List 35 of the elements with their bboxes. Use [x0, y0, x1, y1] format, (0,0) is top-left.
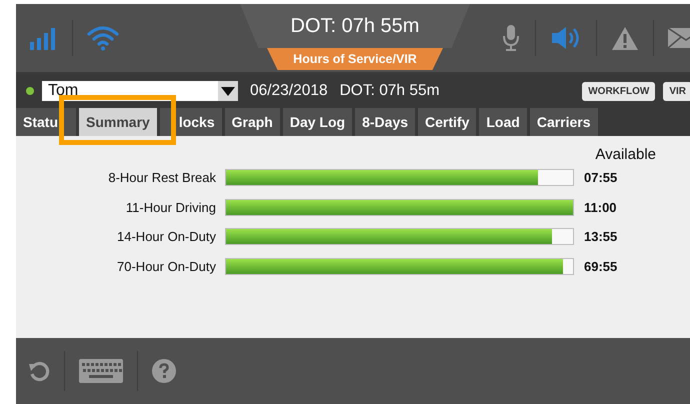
tab[interactable]: Certify	[418, 108, 476, 136]
help-icon[interactable]	[152, 359, 176, 383]
keyboard-icon[interactable]	[79, 359, 123, 383]
time-value: 69:55	[584, 258, 618, 274]
time-value: 11:00	[584, 200, 617, 215]
tab[interactable]: Statu	[16, 108, 76, 136]
warning-icon[interactable]	[611, 26, 639, 50]
clock-label: 8-Hour Rest Break	[107, 170, 216, 186]
tab[interactable]: Carriers	[530, 108, 598, 136]
tab[interactable]: Day Log	[282, 108, 352, 136]
caret-icon	[221, 86, 235, 96]
tab[interactable]: locks	[160, 108, 222, 136]
clock-label: 11-Hour Driving	[124, 200, 216, 215]
status-dot	[26, 87, 34, 95]
screen-label: Hours of Service/VIR	[267, 48, 443, 70]
clock-label: 14-Hour On-Duty	[116, 229, 216, 244]
vir-button[interactable]: VIR	[663, 82, 690, 100]
microphone-icon[interactable]	[501, 24, 521, 52]
tab[interactable]: Graph	[224, 108, 280, 136]
wifi-icon[interactable]	[87, 25, 119, 51]
time-value: 13:55	[584, 229, 618, 244]
date-text: 06/23/2018	[250, 82, 328, 100]
dot-text: DOT: 07h 55m	[340, 82, 440, 100]
tab[interactable]: 8-Days	[355, 108, 416, 136]
mail-icon[interactable]	[668, 26, 690, 50]
speaker-icon[interactable]	[550, 25, 582, 51]
signal-icon[interactable]	[30, 26, 58, 50]
workflow-button[interactable]: WORKFLOW	[582, 82, 656, 100]
tab[interactable]: Summary	[79, 108, 157, 136]
clock-label: 70-Hour On-Duty	[116, 258, 216, 274]
tab[interactable]: Load	[479, 108, 527, 136]
refresh-icon[interactable]	[28, 360, 50, 382]
column-heading: Available	[595, 146, 656, 163]
header-title: DOT: 07h 55m	[290, 14, 420, 38]
time-value: 07:55	[584, 170, 618, 186]
